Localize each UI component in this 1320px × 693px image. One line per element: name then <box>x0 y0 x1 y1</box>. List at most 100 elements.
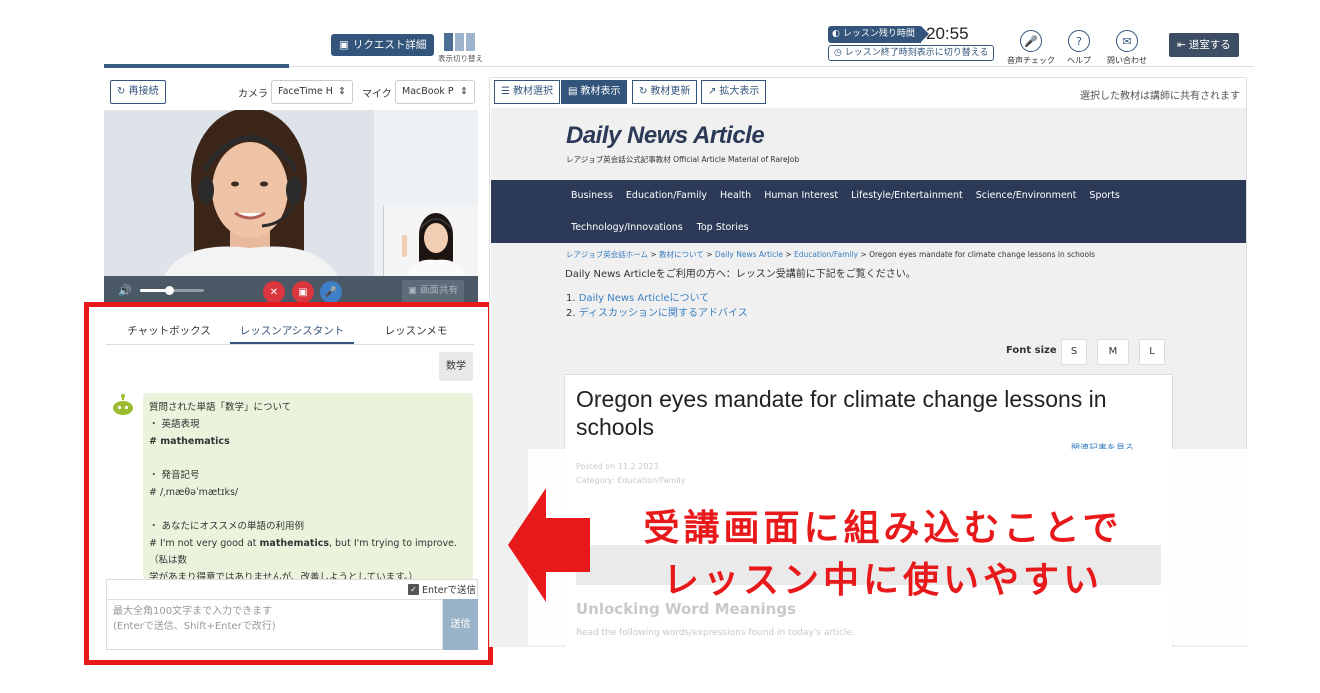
category-link[interactable]: Education/Family <box>626 190 707 201</box>
volume-icon[interactable]: 🔊 <box>118 284 132 297</box>
active-tab-indicator <box>230 342 354 344</box>
breadcrumb-about[interactable]: 教材について <box>659 250 704 259</box>
exit-room-button[interactable]: ⇤ 退室する <box>1169 33 1239 57</box>
enter-send-checkbox[interactable]: ✓ Enterで送信 <box>408 582 476 596</box>
layout-icon <box>438 33 480 51</box>
expand-view-button[interactable]: ↗ 拡大表示 <box>701 80 767 104</box>
category-link[interactable]: Science/Environment <box>976 190 1077 201</box>
assistant-line: 質問された単語「数学」について <box>149 402 292 413</box>
refresh-icon: ↻ <box>639 86 648 97</box>
exit-icon: ⇤ <box>1177 39 1186 51</box>
share-note: 選択した教材は講師に共有されます <box>1080 91 1240 102</box>
refresh-icon: ↻ <box>117 86 126 97</box>
enter-send-label: Enterで送信 <box>422 585 476 596</box>
category-link[interactable]: Lifestyle/Entertainment <box>851 190 963 201</box>
font-size-label: Font size : <box>1006 345 1065 356</box>
assistant-line: ・ 発音記号 <box>149 470 200 481</box>
font-size-m-button[interactable]: M <box>1097 339 1129 365</box>
article-title: Oregon eyes mandate for climate change l… <box>576 386 1107 440</box>
volume-handle[interactable] <box>164 286 174 295</box>
request-detail-label: リクエスト詳細 <box>352 39 427 51</box>
question-icon: ? <box>1068 30 1090 52</box>
document-icon: ▣ <box>339 39 349 51</box>
header-divider <box>289 66 1254 67</box>
category-link[interactable]: Top Stories <box>697 222 749 233</box>
breadcrumb-home[interactable]: レアジョブ英会話ホーム <box>566 250 648 259</box>
clock-icon: ◐ <box>832 29 840 39</box>
usage-notice: Daily News Articleをご利用の方へ：レッスン受講前に下記をご覧く… <box>565 269 916 280</box>
daily-news-article-logo: Daily News Article <box>566 122 765 149</box>
end-time-toggle-button[interactable]: ◷ レッスン終了時刻表示に切り替える <box>828 45 995 61</box>
contact-label: 問い合わせ <box>1107 56 1147 65</box>
breadcrumb-current: Oregon eyes mandate for climate change l… <box>869 250 1096 259</box>
category-link[interactable]: Human Interest <box>764 190 838 201</box>
exit-label: 退室する <box>1188 39 1231 51</box>
screen-share-label: 画面共有 <box>420 285 459 296</box>
request-detail-button[interactable]: ▣ リクエスト詳細 <box>331 34 435 56</box>
show-material-button[interactable]: ▤ 教材表示 <box>561 80 628 104</box>
tab-divider <box>106 344 474 345</box>
tab-chatbox[interactable]: チャットボックス <box>110 322 228 344</box>
assistant-line: ・ あなたにオススメの単語の利用例 <box>149 521 305 532</box>
audio-check-button[interactable]: 🎤 音声チェック <box>1006 30 1056 66</box>
category-row: Business Education/Family Health Human Inte… <box>571 190 1120 201</box>
help-button[interactable]: ? ヘルプ <box>1064 30 1094 66</box>
book-icon: ▤ <box>568 86 578 97</box>
category-link[interactable]: Technology/Innovations <box>571 222 683 233</box>
microphone-icon[interactable]: 🎤 <box>320 281 342 303</box>
ghost-instruction: Read the following words/expressions fou… <box>576 628 855 638</box>
view-toggle-button[interactable]: 表示切り替え <box>438 33 483 63</box>
font-size-l-button[interactable]: L <box>1139 339 1165 365</box>
assistant-line: # I'm not very good at mathematics, but … <box>149 535 467 569</box>
list-number: 2. <box>566 308 576 319</box>
mail-icon: ✉ <box>1116 30 1138 52</box>
assistant-line: # mathematics <box>149 436 230 447</box>
assistant-line: ・ 英語表現 <box>149 419 200 430</box>
select-material-button[interactable]: ☰ 教材選択 <box>494 80 560 104</box>
guide-link-about[interactable]: Daily News Articleについて <box>579 293 709 304</box>
header-progress-bar <box>104 64 289 68</box>
view-toggle-label: 表示切り替え <box>438 54 483 63</box>
send-button[interactable]: 送信 <box>443 599 478 650</box>
font-size-s-button[interactable]: S <box>1061 339 1087 365</box>
promo-line-1: 受講画面に組み込むことで <box>643 508 1123 549</box>
guide-link-discussion[interactable]: ディスカッションに関するアドバイス <box>579 308 748 319</box>
camera-select[interactable]: FaceTime H ⇕ <box>271 80 353 104</box>
checkbox-checked-icon: ✓ <box>408 583 419 595</box>
list-number: 1. <box>566 293 576 304</box>
volume-slider[interactable] <box>140 286 204 295</box>
assistant-line: 学があまり得意ではありませんが、改善しようとしています。） <box>149 572 419 579</box>
mic-label: マイク <box>362 89 392 100</box>
list-item: 1. Daily News Articleについて <box>566 291 748 306</box>
refresh-material-button[interactable]: ↻ 教材更新 <box>632 80 698 104</box>
breadcrumb: レアジョブ英会話ホーム > 教材について > Daily News Articl… <box>566 250 1096 259</box>
reconnect-label: 再接続 <box>128 86 159 97</box>
microphone-icon: 🎤 <box>1020 30 1042 52</box>
screen-share-button[interactable]: ▣ 画面共有 <box>402 280 465 302</box>
category-link[interactable]: Business <box>571 190 613 201</box>
list-item: 2. ディスカッションに関するアドバイス <box>566 306 748 321</box>
chat-input[interactable]: 最大全角100文字まで入力できます (Enterで送信、Shift+Enterで… <box>106 599 443 650</box>
select-material-label: 教材選択 <box>512 86 553 97</box>
mic-select[interactable]: MacBook P ⇕ <box>395 80 475 104</box>
user-message: 数学 <box>439 352 473 381</box>
assistant-line: # /ˌmæθəˈmætɪks/ <box>149 487 239 498</box>
reconnect-button[interactable]: ↻ 再接続 <box>110 80 166 104</box>
promo-headline: 受講画面に組み込むことで レッスン中に使いやすい <box>578 503 1188 607</box>
left-arrow-icon <box>508 488 590 602</box>
refresh-material-label: 教材更新 <box>650 86 691 97</box>
assistant-message: 質問された単語「数学」について ・ 英語表現 # mathematics ・ 発… <box>143 393 473 579</box>
category-link[interactable]: Health <box>720 190 751 201</box>
tab-lesson-memo[interactable]: レッスンメモ <box>356 322 476 344</box>
category-link[interactable]: Sports <box>1089 190 1119 201</box>
help-label: ヘルプ <box>1067 56 1091 65</box>
logo-subtitle: レアジョブ英会話公式記事教材 Official Article Material… <box>566 155 800 164</box>
example-text: # I'm not very good at <box>149 538 260 549</box>
tab-lesson-assistant[interactable]: レッスンアシスタント <box>230 322 354 344</box>
remaining-time-label: レッスン残り時間 <box>842 29 915 39</box>
breadcrumb-dna[interactable]: Daily News Article <box>715 250 783 259</box>
contact-button[interactable]: ✉ 問い合わせ <box>1105 30 1149 66</box>
speaker-mute-icon[interactable]: ✕ <box>263 281 285 303</box>
breadcrumb-category[interactable]: Education/Family <box>794 250 858 259</box>
camera-off-icon[interactable]: ▣ <box>292 281 314 303</box>
